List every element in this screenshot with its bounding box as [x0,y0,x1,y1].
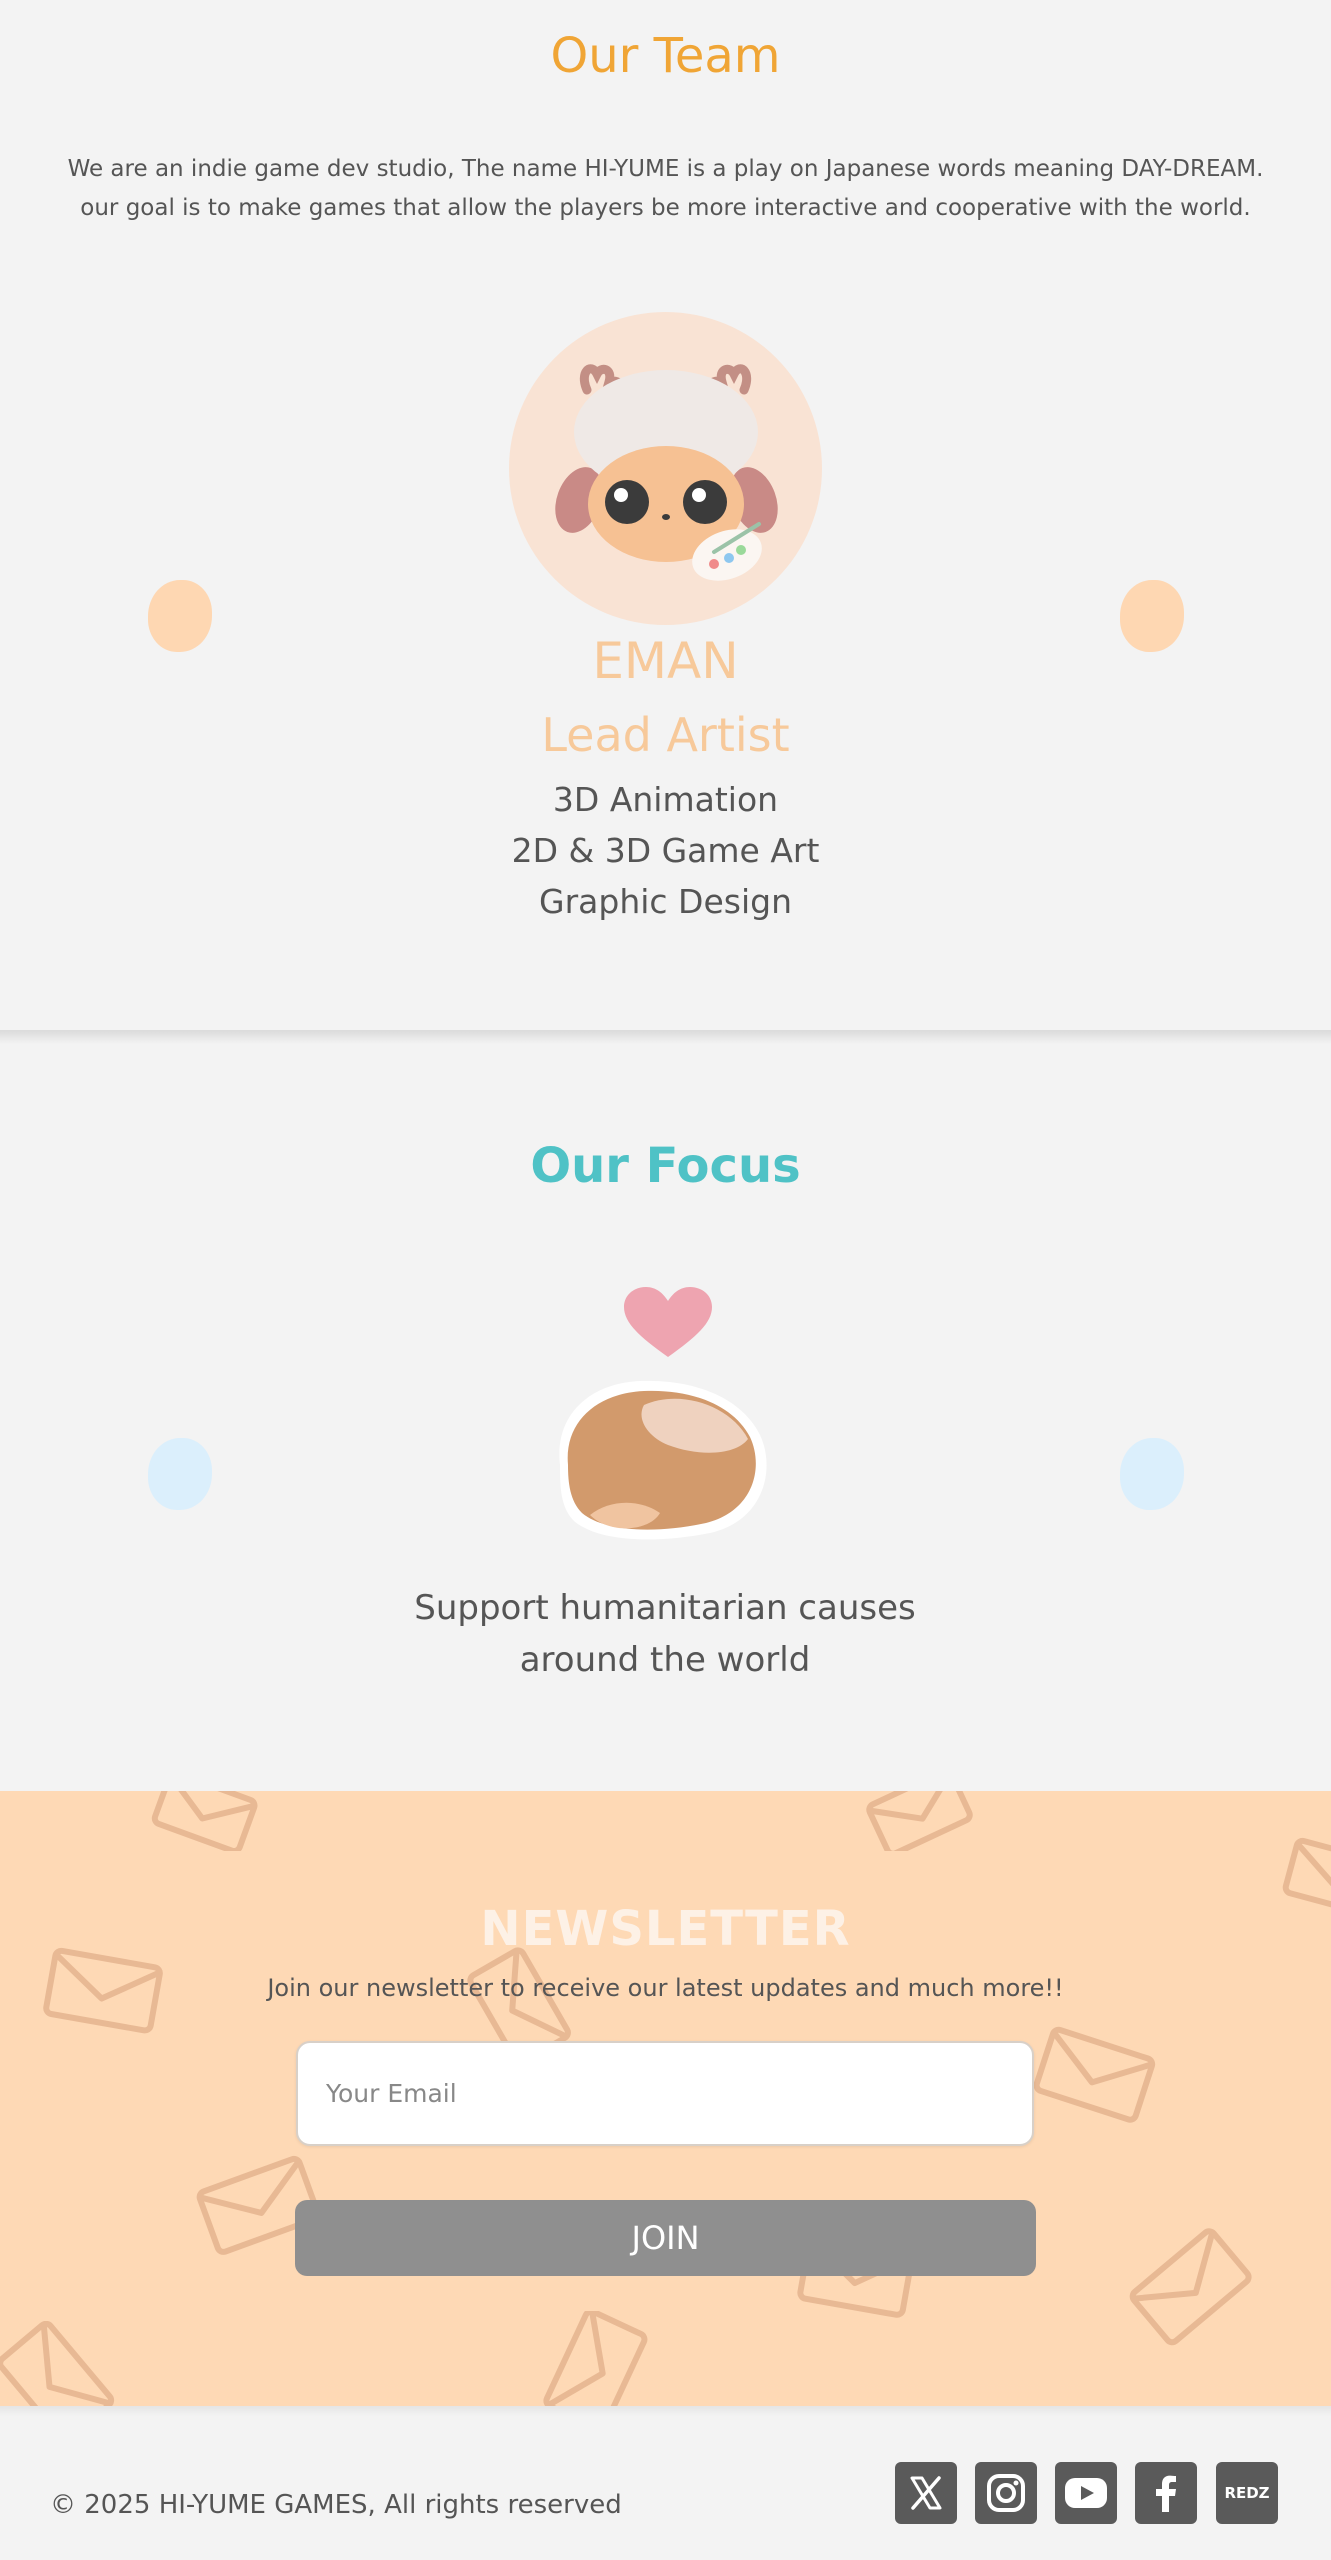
join-button[interactable]: JOIN [295,2200,1036,2276]
youtube-link[interactable] [1055,2462,1117,2524]
instagram-link[interactable] [975,2462,1037,2524]
member-skill: 3D Animation [552,780,779,819]
member-avatar [509,312,822,625]
footer: © 2025 HI-YUME GAMES, All rights reserve… [0,2406,1331,2560]
member-role: Lead Artist [541,708,790,762]
copyright-text: © 2025 HI-YUME GAMES, All rights reserve… [50,2490,622,2520]
envelope-icon [866,1791,973,1851]
x-twitter-icon [910,2476,942,2510]
newsletter-section: NEWSLETTER Join our newsletter to receiv… [0,1791,1331,2406]
member-skill: 2D & 3D Game Art [511,831,820,870]
member-name: EMAN [592,632,739,690]
envelope-icon [543,2311,648,2406]
member-skill: Graphic Design [539,882,792,921]
redz-icon: REDZ [1224,2484,1270,2502]
focus-title: Our Focus [530,1138,801,1194]
section-divider [0,1030,1331,1044]
deer-artist-avatar-icon [555,364,778,581]
team-intro-line: We are an indie game dev studio, The nam… [67,156,1264,182]
redz-link[interactable]: REDZ [1216,2462,1278,2524]
envelope-icon [0,2321,115,2406]
email-input[interactable] [296,2041,1034,2146]
team-section: Our Team We are an indie game dev studio… [0,0,1331,1030]
envelope-icon [1129,2228,1252,2346]
envelope-icon [1033,2026,1156,2123]
youtube-icon [1065,2478,1107,2508]
newsletter-title: NEWSLETTER [480,1901,851,1957]
team-intro: We are an indie game dev studio, The nam… [0,150,1331,228]
handshake-heart-icon [559,1287,767,1540]
carousel-prev-button[interactable] [148,1438,212,1510]
carousel-next-button[interactable] [1120,1438,1184,1510]
envelope-icon [151,1791,258,1851]
facebook-link[interactable] [1135,2462,1197,2524]
newsletter-subtitle: Join our newsletter to receive our lates… [267,1974,1064,2002]
facebook-icon [1156,2475,1176,2512]
footer-divider [0,2406,1331,2416]
team-intro-line: our goal is to make games that allow the… [80,195,1251,221]
focus-text: Support humanitarian causes around the w… [414,1588,916,1680]
instagram-icon [987,2474,1025,2512]
team-title: Our Team [550,28,781,84]
x-twitter-link[interactable] [895,2462,957,2524]
